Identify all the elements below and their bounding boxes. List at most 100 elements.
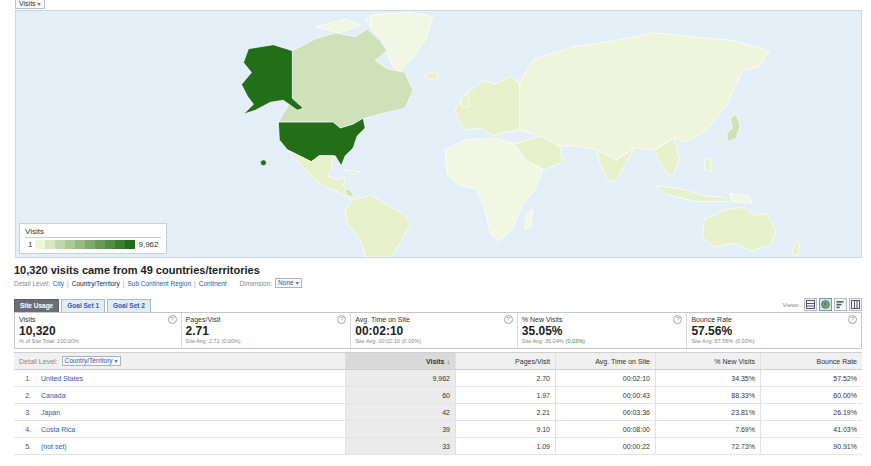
- madagascar-region: [525, 209, 533, 229]
- analytics-page: Visits▾Visits19,96210,320 visits came fr…: [0, 0, 871, 466]
- globe-icon: [821, 300, 830, 309]
- column-header[interactable]: Pages/Visit: [455, 353, 555, 369]
- country-link[interactable]: Costa Rica: [41, 426, 75, 433]
- costa-rica-region[interactable]: [344, 189, 354, 198]
- table-row[interactable]: 3.Japan422.2100:03:3623.81%26.19%: [14, 404, 862, 421]
- world-map[interactable]: Visits 19,962: [15, 10, 862, 258]
- dimension-select[interactable]: None▾: [275, 278, 302, 288]
- metric-note-text: Site Avg: 35.04%: [522, 338, 564, 345]
- country-table: Detail Level: Country/Territory▾ Visits↓Pa…: [14, 352, 862, 455]
- report-section: 10,320 visits came from 49 countries/ter…: [0, 258, 871, 455]
- column-header[interactable]: % New Visits: [655, 353, 760, 369]
- sort-arrow-icon: ↓: [447, 358, 451, 365]
- tab[interactable]: Goal Set 2: [107, 299, 151, 312]
- metric-header: Visits?: [19, 315, 177, 324]
- legend-swatch: [75, 240, 85, 249]
- metric-note: Site Avg: 00:02:10(0.00%): [355, 338, 513, 345]
- table-cell: 9.10: [455, 421, 555, 437]
- indonesia-region: [654, 186, 726, 202]
- canada-region[interactable]: [278, 29, 413, 128]
- metric-label: Pages/Visit: [186, 315, 221, 324]
- detail-level-label: Detail Level:: [14, 279, 50, 288]
- metric-label: Avg. Time on Site: [355, 315, 410, 324]
- table-cell: 00:00:43: [555, 387, 655, 403]
- summary-scorecard: Visits?10,320% of Site Total: 100.00% Pag…: [14, 312, 862, 349]
- table-row[interactable]: 5.(not set)331.0900:00:2272.73%90.91%: [14, 438, 862, 455]
- help-icon[interactable]: ?: [168, 315, 177, 324]
- tabs: Site UsageGoal Set 1Goal Set 2: [14, 299, 151, 312]
- table-row[interactable]: 4.Costa Rica399.1000:08:007.69%41.03%: [14, 421, 862, 438]
- detail-level-option[interactable]: Country/Territory: [72, 279, 120, 288]
- view-button[interactable]: [804, 298, 817, 311]
- metric-header: Bounce Rate?: [691, 315, 857, 324]
- metric-note: Site Avg: 57.56%(0.00%): [691, 338, 857, 345]
- australia-region: [702, 207, 776, 251]
- metric-change: (0.00%): [402, 338, 421, 345]
- country-link[interactable]: Japan: [41, 409, 60, 416]
- india-region: [597, 148, 635, 182]
- table-cell: 00:03:36: [555, 404, 655, 420]
- table-cell: 90.91%: [760, 438, 862, 454]
- detail-separator: |: [194, 279, 196, 288]
- help-icon[interactable]: ?: [848, 315, 857, 324]
- metric-label: Visits: [19, 315, 36, 324]
- legend-title: Visits: [25, 227, 161, 238]
- detail-level-bar: Detail Level:City|Country/Territory|Sub …: [14, 278, 862, 288]
- table-cell: 23.81%: [655, 404, 760, 420]
- row-index: 1.: [19, 375, 31, 382]
- row-index: 2.: [19, 392, 31, 399]
- view-button[interactable]: [849, 298, 862, 311]
- country-link[interactable]: United States: [41, 375, 83, 382]
- detail-level-option[interactable]: City: [53, 279, 64, 288]
- legend-swatch: [85, 240, 95, 249]
- view-button[interactable]: [834, 298, 847, 311]
- table-cell: 60: [345, 387, 455, 403]
- country-cell: 2. Canada: [14, 387, 345, 403]
- view-button[interactable]: [819, 298, 832, 311]
- hawaii-region[interactable]: [260, 160, 266, 166]
- table-row[interactable]: 1.United States9,9622.7000:02:1034.35%57…: [14, 370, 862, 387]
- detail-level-option[interactable]: Continent: [199, 279, 227, 288]
- detail-select-label: Detail Level:: [19, 358, 58, 365]
- legend-scale: 19,962: [25, 240, 161, 249]
- view-switcher: Views:: [782, 298, 862, 312]
- help-icon[interactable]: ?: [673, 315, 682, 324]
- metric-header: Avg. Time on Site?: [355, 315, 513, 324]
- alaska-region[interactable]: [241, 45, 303, 114]
- column-header[interactable]: Bounce Rate: [760, 353, 862, 369]
- metric-change: (0.00%): [735, 338, 754, 345]
- help-icon[interactable]: ?: [504, 315, 513, 324]
- country-link[interactable]: (not set): [41, 443, 67, 450]
- detail-level-select[interactable]: Country/Territory▾: [62, 356, 121, 366]
- table-cell: 00:00:22: [555, 438, 655, 454]
- help-icon[interactable]: ?: [337, 315, 346, 324]
- caret-icon: ▾: [296, 279, 299, 287]
- table-row[interactable]: 2.Canada601.9700:00:4388.33%60.00%: [14, 387, 862, 404]
- tab[interactable]: Goal Set 1: [61, 299, 105, 312]
- column-header[interactable]: Avg. Time on Site: [555, 353, 655, 369]
- table-cell: 34.35%: [655, 370, 760, 386]
- metric-select[interactable]: Visits▾: [15, 0, 45, 9]
- table-cell: 7.69%: [655, 421, 760, 437]
- bar-chart-icon: [836, 300, 845, 309]
- summary-metric: Bounce Rate?57.56%Site Avg: 57.56%(0.00%…: [686, 313, 861, 348]
- philippines-region: [704, 158, 711, 172]
- legend-swatch: [35, 240, 45, 249]
- column-header[interactable]: Visits↓: [345, 353, 455, 369]
- tab[interactable]: Site Usage: [14, 299, 59, 312]
- country-link[interactable]: Canada: [41, 392, 66, 399]
- detail-level-option[interactable]: Sub Continent Region: [127, 279, 191, 288]
- table-cell: 26.19%: [760, 404, 862, 420]
- top-strip: Visits▾: [0, 0, 871, 10]
- southeast-asia-region: [654, 138, 679, 178]
- japan-region[interactable]: [726, 114, 740, 142]
- metric-value: 00:02:10: [355, 324, 513, 338]
- table-cell: 41.03%: [760, 421, 862, 437]
- legend-swatch: [95, 240, 105, 249]
- asia-region: [520, 33, 769, 174]
- dimension-label: Dimension:: [240, 279, 273, 288]
- map-panel: Visits 19,962: [0, 10, 871, 258]
- table-cell: 33: [345, 438, 455, 454]
- row-index: 3.: [19, 409, 31, 416]
- summary-metric: Visits?10,320% of Site Total: 100.00%: [15, 313, 181, 348]
